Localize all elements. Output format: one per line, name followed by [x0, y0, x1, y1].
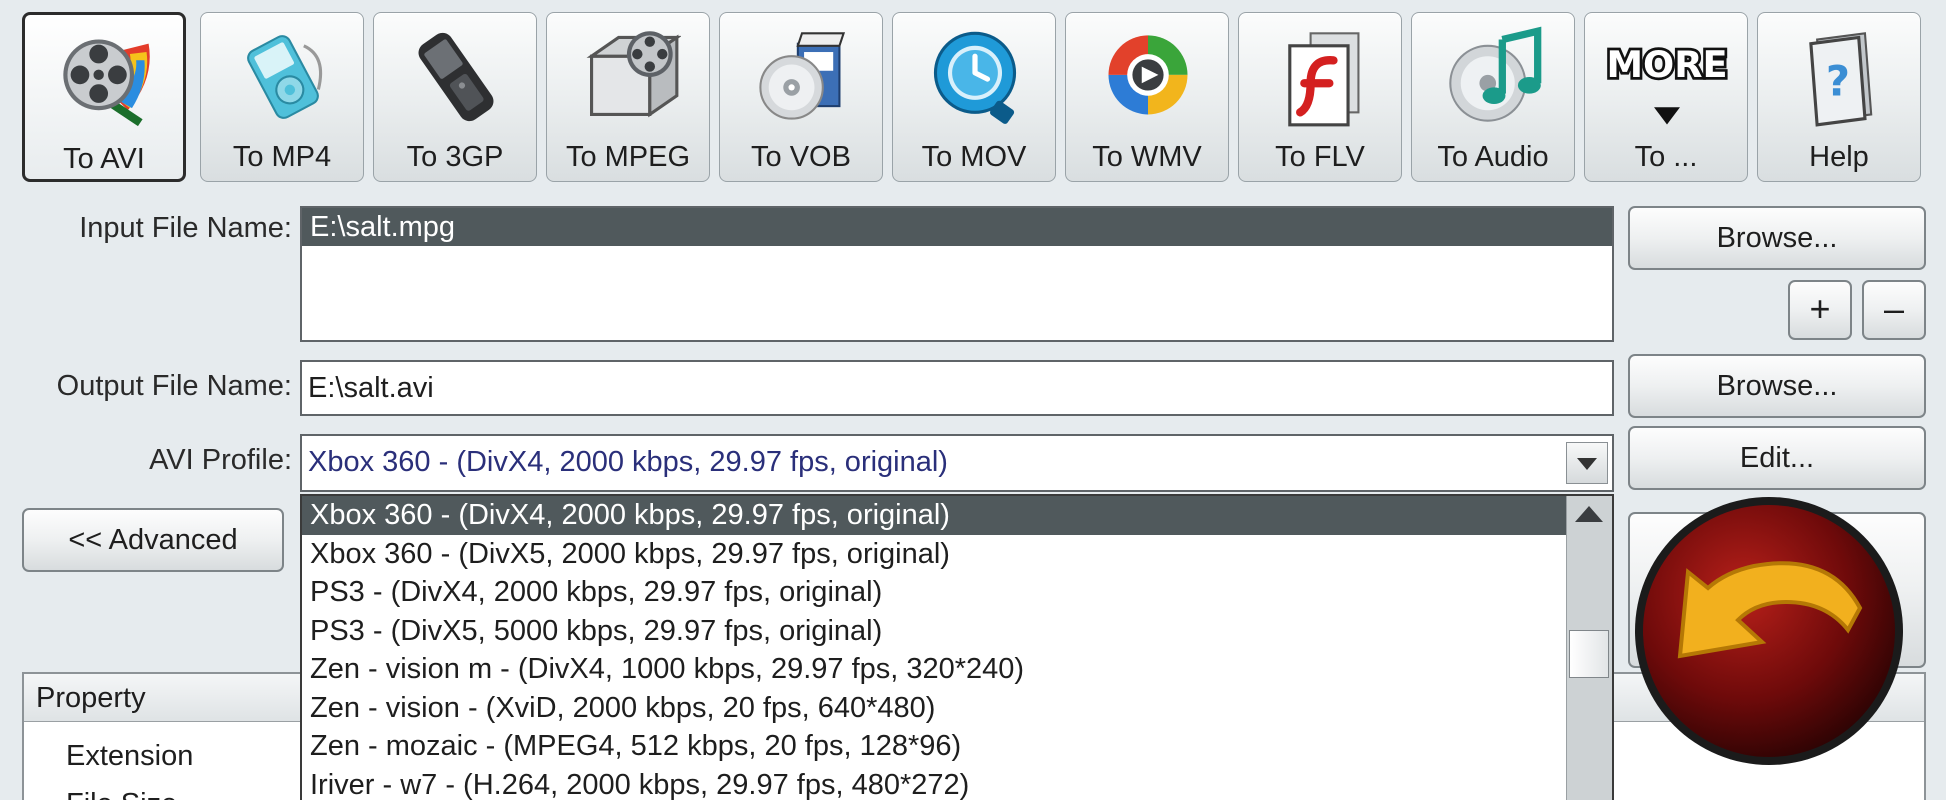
film-reel-icon: [63, 39, 150, 127]
to-more-button[interactable]: MORE To ...: [1584, 12, 1748, 182]
profile-option[interactable]: Zen - vision - (XviD, 2000 kbps, 20 fps,…: [302, 689, 1612, 728]
profile-option[interactable]: Zen - mozaic - (MPEG4, 512 kbps, 20 fps,…: [302, 727, 1612, 766]
input-browse-button[interactable]: Browse...: [1628, 206, 1926, 270]
to-flv-button[interactable]: To FLV: [1238, 12, 1402, 182]
add-file-button[interactable]: +: [1788, 280, 1852, 340]
advanced-toggle-button[interactable]: << Advanced: [22, 508, 284, 572]
to-mp4-button[interactable]: To MP4: [200, 12, 364, 182]
profile-option[interactable]: PS3 - (DivX4, 2000 kbps, 29.97 fps, orig…: [302, 573, 1612, 612]
profile-option[interactable]: Zen - vision m - (DivX4, 1000 kbps, 29.9…: [302, 650, 1612, 689]
profile-edit-button[interactable]: Edit...: [1628, 426, 1926, 490]
svg-text:?: ?: [1826, 57, 1850, 106]
to-avi-label: To AVI: [63, 143, 145, 175]
dvd-disc-icon: [759, 32, 846, 120]
chevron-down-icon: [1577, 458, 1597, 470]
input-file-list[interactable]: E:\salt.mpg: [300, 206, 1614, 342]
to-mov-button[interactable]: To MOV: [892, 12, 1056, 182]
property-column-header[interactable]: Property: [36, 682, 146, 715]
to-mpeg-button[interactable]: To MPEG: [546, 12, 710, 182]
quicktime-icon: [933, 31, 1017, 124]
help-button[interactable]: ? Help: [1757, 12, 1921, 182]
mp4-player-icon: [247, 35, 323, 119]
to-wmv-label: To WMV: [1092, 141, 1202, 173]
input-file-item[interactable]: E:\salt.mpg: [302, 208, 1612, 246]
more-icon-text: MORE: [1606, 43, 1727, 86]
help-label: Help: [1809, 141, 1869, 173]
profile-dropdown-button[interactable]: [1566, 442, 1608, 484]
remove-file-button[interactable]: –: [1862, 280, 1926, 340]
profile-option[interactable]: PS3 - (DivX5, 5000 kbps, 29.97 fps, orig…: [302, 612, 1612, 651]
to-avi-button[interactable]: To AVI: [22, 12, 186, 182]
to-mp4-label: To MP4: [232, 141, 332, 173]
scrollbar-thumb[interactable]: [1569, 630, 1609, 678]
to-3gp-button[interactable]: To 3GP: [373, 12, 537, 182]
to-vob-label: To VOB: [751, 141, 851, 173]
input-file-label: Input File Name:: [79, 212, 292, 244]
to-vob-button[interactable]: To VOB: [719, 12, 883, 182]
to-audio-button[interactable]: To Audio: [1411, 12, 1575, 182]
music-cd-icon: [1449, 26, 1542, 122]
flash-icon: [1288, 32, 1360, 127]
convert-start-icon[interactable]: [1630, 492, 1908, 770]
to-more-label: To ...: [1634, 141, 1698, 173]
profile-option[interactable]: Xbox 360 - (DivX4, 2000 kbps, 29.97 fps,…: [302, 496, 1612, 535]
to-mov-label: To MOV: [921, 141, 1027, 173]
to-wmv-button[interactable]: To WMV: [1065, 12, 1229, 182]
output-file-label: Output File Name:: [56, 370, 292, 402]
to-3gp-label: To 3GP: [406, 141, 504, 173]
to-audio-label: To Audio: [1437, 141, 1549, 173]
windows-media-icon: [1108, 35, 1188, 115]
to-mpeg-label: To MPEG: [565, 141, 691, 173]
film-camera-icon: [586, 31, 681, 118]
profile-label: AVI Profile:: [149, 444, 292, 476]
help-book-icon: ?: [1809, 32, 1873, 127]
dropdown-scrollbar[interactable]: [1566, 496, 1612, 800]
output-browse-button[interactable]: Browse...: [1628, 354, 1926, 418]
profile-dropdown-list[interactable]: Xbox 360 - (DivX4, 2000 kbps, 29.97 fps,…: [300, 494, 1614, 800]
more-icon: MORE: [1604, 40, 1730, 125]
table-row-extension[interactable]: Extension: [66, 740, 193, 773]
output-file-value: E:\salt.avi: [308, 372, 434, 404]
profile-option[interactable]: Iriver - w7 - (H.264, 2000 kbps, 29.97 f…: [302, 766, 1612, 800]
profile-select[interactable]: Xbox 360 - (DivX4, 2000 kbps, 29.97 fps,…: [300, 434, 1614, 492]
scroll-up-arrow-icon[interactable]: [1567, 498, 1611, 532]
table-row-file-size[interactable]: File Size: [66, 788, 177, 800]
output-file-input[interactable]: E:\salt.avi: [300, 360, 1614, 416]
profile-selected-value: Xbox 360 - (DivX4, 2000 kbps, 29.97 fps,…: [308, 446, 948, 478]
mobile-phone-icon: [418, 32, 494, 122]
profile-option[interactable]: Xbox 360 - (DivX5, 2000 kbps, 29.97 fps,…: [302, 535, 1612, 574]
to-flv-label: To FLV: [1275, 141, 1365, 173]
